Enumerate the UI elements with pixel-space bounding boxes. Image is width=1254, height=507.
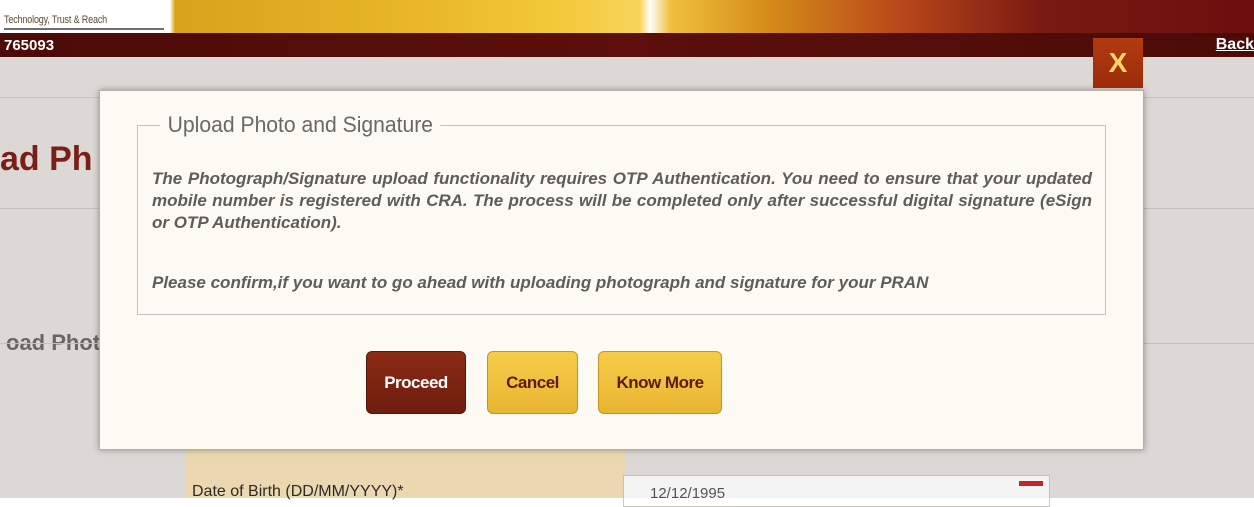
proceed-button[interactable]: Proceed <box>366 351 466 414</box>
dialog-confirm-text: Please confirm,if you want to go ahead w… <box>152 273 929 292</box>
back-link[interactable]: Back <box>1216 36 1254 54</box>
close-button[interactable]: X <box>1093 38 1143 88</box>
dialog-title: Upload Photo and Signature <box>160 112 441 138</box>
tagline: Technology, Trust & Reach <box>4 14 108 26</box>
user-bar <box>0 33 1254 57</box>
tagline-underline <box>4 28 164 30</box>
user-id: 765093 <box>4 37 55 54</box>
know-more-button[interactable]: Know More <box>598 351 722 414</box>
top-banner <box>0 0 1254 33</box>
dialog-message: The Photograph/Signature upload function… <box>152 169 1092 232</box>
cancel-button[interactable]: Cancel <box>487 351 578 414</box>
